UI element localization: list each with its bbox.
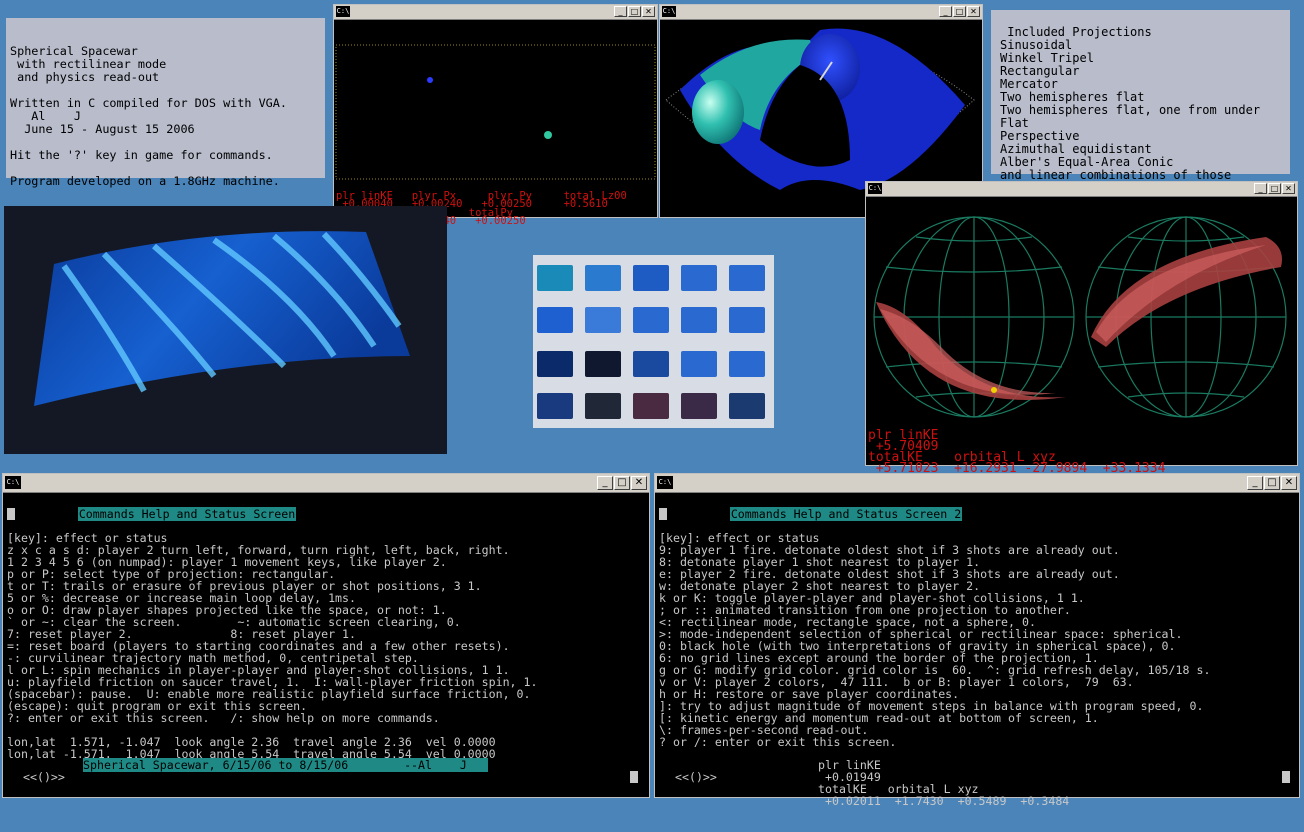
console-icon[interactable]: C:\	[5, 476, 21, 489]
help-header: Commands Help and Status Screen 2	[729, 507, 963, 521]
thumbnail	[681, 307, 717, 333]
thumbnail	[729, 351, 765, 377]
header-line: Commands Help and Status Screen 2	[659, 507, 1295, 521]
minimize-button[interactable]: _	[597, 476, 613, 490]
title-bar[interactable]: C:\ _ □ ✕	[3, 474, 649, 493]
console-text: Commands Help and Status Screen [key]: e…	[7, 496, 645, 796]
console-icon[interactable]: C:\	[336, 6, 350, 17]
player-1-ship	[427, 77, 433, 83]
player-2-ship	[544, 131, 552, 139]
thumbnail	[681, 265, 717, 291]
thumbnail	[729, 265, 765, 291]
minimize-button[interactable]: _	[1254, 183, 1267, 194]
console-icon[interactable]: C:\	[662, 6, 676, 17]
close-button[interactable]: ✕	[1282, 183, 1295, 194]
projector-photo	[4, 206, 447, 454]
thumbnail	[585, 307, 621, 333]
close-button[interactable]: ✕	[631, 476, 647, 490]
maximize-button[interactable]: □	[953, 6, 966, 17]
info-line: and physics read-out	[10, 70, 160, 84]
minimize-button[interactable]: _	[1247, 476, 1263, 490]
help-line: ?: enter or exit this screen. /: show he…	[7, 711, 440, 725]
title-bar[interactable]: C:\ _ □ ✕	[655, 474, 1299, 493]
thumbnail	[633, 351, 669, 377]
info-line: Program developed on a 1.8GHz machine.	[10, 174, 280, 188]
thumbnail	[729, 393, 765, 419]
maximize-button[interactable]: □	[628, 6, 641, 17]
hemispheres-game-window[interactable]: C:\ _ □ ✕ plr linKE +5.70409 totalKE orb…	[865, 181, 1298, 475]
info-line: Hit the '?' key in game for commands.	[10, 148, 273, 162]
thumbnail	[585, 265, 621, 291]
projector-image	[4, 206, 447, 454]
hemispheres-playfield	[873, 216, 1287, 418]
title-bar[interactable]: C:\ _ □ ✕	[866, 182, 1297, 197]
console-text: Commands Help and Status Screen 2 [key]:…	[659, 496, 1295, 772]
thumbnail	[681, 351, 717, 377]
thumbnail	[681, 393, 717, 419]
text-cursor	[630, 771, 638, 783]
thumbnail	[729, 307, 765, 333]
maximize-button[interactable]: □	[1268, 183, 1281, 194]
close-button[interactable]: ✕	[967, 6, 980, 17]
maximize-button[interactable]: □	[1264, 476, 1280, 490]
help-window-1[interactable]: C:\ _ □ ✕ Commands Help and Status Scree…	[2, 473, 650, 798]
status-bar: Spherical Spacewar, 6/15/06 to 8/15/06 -…	[83, 758, 488, 772]
title-bar[interactable]: C:\ _ □ ✕	[334, 5, 657, 20]
help-window-2[interactable]: C:\ _ □ ✕ Commands Help and Status Scree…	[654, 473, 1300, 807]
rectangular-game-window[interactable]: C:\ _ □ ✕ plr linKE plyr Px plyr Py tota…	[333, 4, 658, 226]
projections-panel: Included Projections Sinusoidal Winkel Tri…	[991, 10, 1290, 182]
thumbnail	[537, 265, 573, 291]
thumbnail-grid-photo	[533, 255, 774, 428]
scroll-marker: <<()>>	[23, 770, 65, 784]
close-button[interactable]: ✕	[1281, 476, 1297, 490]
thumbnail	[537, 393, 573, 419]
info-line: June 15 - August 15 2006	[10, 122, 195, 136]
thumbnail	[585, 393, 621, 419]
scroll-marker: <<()>>	[675, 770, 717, 784]
thumbnail	[633, 307, 669, 333]
thumbnail	[537, 351, 573, 377]
thumbnail	[633, 393, 669, 419]
close-button[interactable]: ✕	[642, 6, 655, 17]
thumbnail	[585, 351, 621, 377]
info-panel: Spherical Spacewar with rectilinear mode…	[6, 18, 325, 188]
text-cursor	[1282, 771, 1290, 783]
minimize-button[interactable]: _	[939, 6, 952, 17]
title-bar[interactable]: C:\ _ □ ✕	[660, 5, 982, 20]
readout-block: plr linKE +0.01949 totalKE orbital L xyz …	[818, 747, 1069, 831]
readout-line: +0.02011 +1.7430 +0.5489 +0.3484	[818, 794, 1070, 808]
console-icon[interactable]: C:\	[657, 476, 673, 489]
console-icon[interactable]: C:\	[868, 183, 882, 194]
maximize-button[interactable]: □	[614, 476, 630, 490]
thumbnail	[633, 265, 669, 291]
thumbnail	[537, 307, 573, 333]
minimize-button[interactable]: _	[614, 6, 627, 17]
header-line: Commands Help and Status Screen	[7, 507, 645, 521]
status-row: Spherical Spacewar, 6/15/06 to 8/15/06 -…	[83, 758, 488, 772]
help-header: Commands Help and Status Screen	[77, 507, 297, 521]
projection-item: Two hemispheres flat, one from under	[1000, 103, 1261, 117]
